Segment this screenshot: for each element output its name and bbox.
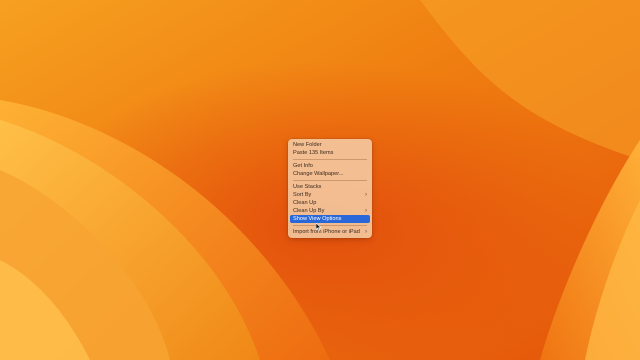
menu-item-clean-up-by[interactable]: Clean Up By › <box>290 207 370 215</box>
menu-item-label: Change Wallpaper... <box>293 171 344 177</box>
chevron-right-icon: › <box>365 229 367 235</box>
menu-item-paste-135-items[interactable]: Paste 135 Items <box>290 149 370 157</box>
menu-item-use-stacks[interactable]: Use Stacks <box>290 183 370 191</box>
context-menu: New Folder Paste 135 Items Get Info Change … <box>288 139 372 238</box>
menu-item-get-info[interactable]: Get Info <box>290 162 370 170</box>
menu-item-new-folder[interactable]: New Folder <box>290 141 370 149</box>
menu-item-label: Use Stacks <box>293 184 322 190</box>
menu-item-label: Show View Options <box>293 216 342 222</box>
menu-separator <box>293 180 367 181</box>
menu-item-show-view-options[interactable]: Show View Options <box>290 215 370 223</box>
menu-separator <box>293 225 367 226</box>
chevron-right-icon: › <box>365 208 367 214</box>
menu-item-change-wallpaper[interactable]: Change Wallpaper... <box>290 170 370 178</box>
menu-item-label: Sort By <box>293 192 312 198</box>
menu-item-import-from-iphone-or-ipad[interactable]: Import from iPhone or iPad › <box>290 228 370 236</box>
menu-item-sort-by[interactable]: Sort By › <box>290 191 370 199</box>
menu-item-label: Clean Up <box>293 200 317 206</box>
menu-separator <box>293 159 367 160</box>
menu-item-label: Get Info <box>293 163 313 169</box>
chevron-right-icon: › <box>365 192 367 198</box>
menu-item-label: Paste 135 Items <box>293 150 334 156</box>
mouse-pointer-icon <box>316 223 322 231</box>
menu-item-label: Import from iPhone or iPad <box>293 229 360 235</box>
menu-item-label: New Folder <box>293 142 322 148</box>
menu-item-label: Clean Up By <box>293 208 325 214</box>
desktop[interactable]: New Folder Paste 135 Items Get Info Change … <box>0 0 640 360</box>
menu-item-clean-up[interactable]: Clean Up <box>290 199 370 207</box>
